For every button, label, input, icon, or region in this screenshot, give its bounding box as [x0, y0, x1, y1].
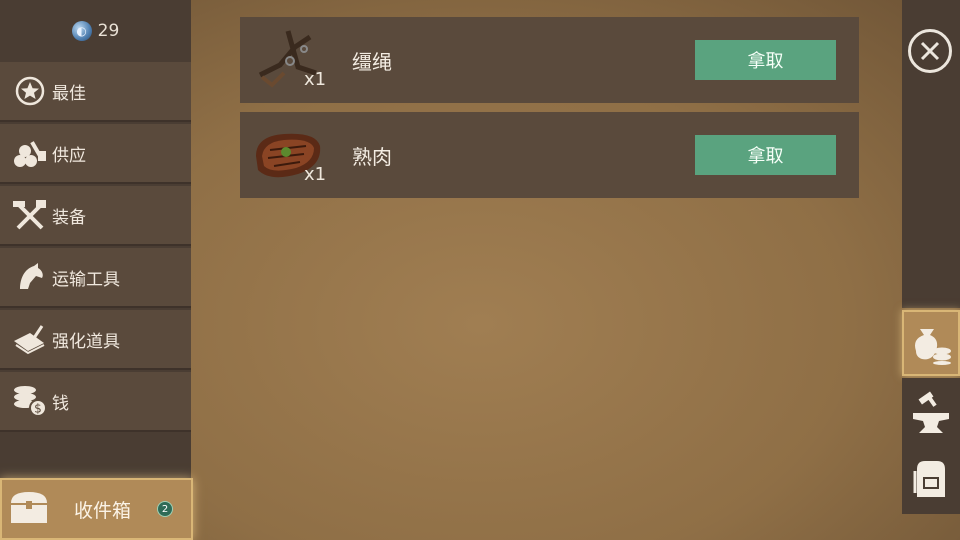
- tab-shop[interactable]: [902, 310, 960, 376]
- category-boosters[interactable]: 强化道具: [0, 310, 191, 370]
- item-quantity: x1: [304, 164, 327, 185]
- category-label: 钱: [52, 393, 69, 414]
- tab-backpack[interactable]: [902, 446, 960, 512]
- item-name: 缰绳: [352, 49, 392, 74]
- category-label: 供应: [52, 145, 86, 166]
- chest-icon: [8, 489, 50, 529]
- category-money[interactable]: $ 钱: [0, 372, 191, 432]
- category-best[interactable]: 最佳: [0, 62, 191, 122]
- book-quill-icon: [12, 321, 48, 357]
- inbox-item-row: x1 缰绳 拿取: [240, 17, 859, 103]
- tab-crafting[interactable]: [902, 380, 960, 446]
- category-label: 装备: [52, 207, 86, 228]
- item-name: 熟肉: [352, 144, 392, 169]
- logs-icon: [12, 135, 48, 171]
- horse-head-icon: [12, 259, 48, 295]
- crossed-tools-icon: [12, 197, 48, 233]
- sidebar-spacer: [0, 436, 191, 478]
- backpack-icon: [913, 461, 945, 497]
- inbox-item-row: x1 熟肉 拿取: [240, 112, 859, 198]
- gem-icon: ◐: [71, 21, 92, 41]
- cooked-meat-icon: x1: [240, 112, 330, 198]
- reins-icon: x1: [240, 17, 330, 103]
- item-quantity: x1: [304, 69, 327, 90]
- money-bag-icon: [915, 329, 951, 365]
- svg-text:$: $: [34, 402, 42, 416]
- close-icon: [920, 41, 940, 61]
- inbox-label: 收件箱: [74, 499, 132, 522]
- category-transport[interactable]: 运输工具: [0, 248, 191, 308]
- coins-icon: $: [12, 383, 48, 419]
- category-supply[interactable]: 供应: [0, 124, 191, 184]
- category-label: 运输工具: [52, 269, 120, 290]
- close-button[interactable]: [908, 29, 952, 73]
- anvil-icon: [913, 391, 949, 433]
- take-button[interactable]: 拿取: [695, 40, 836, 80]
- inbox-count-badge: 2: [157, 501, 174, 517]
- star-icon: [12, 73, 48, 109]
- category-label: 强化道具: [52, 331, 120, 352]
- currency-display: ◐ 29: [0, 0, 191, 62]
- category-label: 最佳: [52, 83, 86, 104]
- inbox-tab[interactable]: 收件箱 2: [0, 478, 193, 540]
- currency-amount: 29: [97, 21, 120, 41]
- take-button[interactable]: 拿取: [695, 135, 836, 175]
- category-equipment[interactable]: 装备: [0, 186, 191, 246]
